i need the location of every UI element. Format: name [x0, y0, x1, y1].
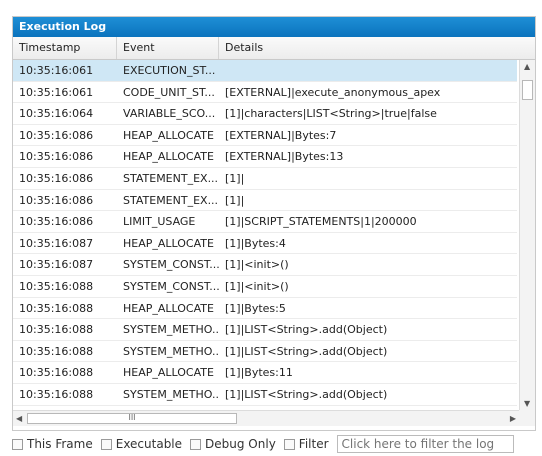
table-row[interactable]: 10:35:16:064 VARIABLE_SCO... [1]|character… — [13, 103, 517, 125]
details-cell: [1]|Bytes:5 — [225, 301, 286, 315]
this-frame-label: This Frame — [27, 437, 93, 451]
event-cell: SYSTEM_METHO... — [123, 323, 219, 337]
table-row[interactable]: 10:35:16:088 SYSTEM_METHO... [1]|LIST<Stri… — [13, 341, 517, 363]
event-cell: EXECUTION_ST... — [123, 64, 216, 77]
timestamp-cell: 10:35:16:061 — [19, 85, 94, 99]
timestamp-cell: 10:35:16:088 — [19, 366, 94, 380]
timestamp-cell: 10:35:16:086 — [19, 150, 94, 164]
timestamp-cell: 10:35:16:086 — [19, 215, 94, 229]
timestamp-cell: 10:35:16:061 — [19, 64, 94, 77]
details-cell: [1]|Bytes:4 — [225, 236, 286, 250]
scroll-right-icon[interactable]: ▶ — [510, 414, 516, 423]
table-row[interactable]: 10:35:16:088 HEAP_ALLOCATE [1]|Bytes:11 — [13, 362, 517, 384]
vertical-scroll-thumb[interactable] — [522, 80, 533, 100]
timestamp-cell: 10:35:16:088 — [19, 279, 94, 293]
this-frame-checkbox[interactable]: This Frame — [12, 437, 93, 451]
table-row[interactable]: 10:35:16:086 LIMIT_USAGE [1]|SCRIPT_STATEM… — [13, 211, 517, 233]
event-cell: STATEMENT_EX... — [123, 171, 219, 185]
details-cell: [1]|characters|LIST<String>|true|false — [225, 107, 437, 121]
table-row[interactable]: 10:35:16:088 SYSTEM_METHO... [1]|LIST<Stri… — [13, 384, 517, 406]
event-cell: LIMIT_USAGE — [123, 215, 196, 229]
debug-only-checkbox[interactable]: Debug Only — [190, 437, 276, 451]
checkbox-icon[interactable] — [283, 438, 295, 450]
event-cell: SYSTEM_CONST... — [123, 258, 219, 272]
table-row[interactable]: 10:35:16:087 SYSTEM_CONST... [1]|<init>() — [13, 254, 517, 276]
execution-log-panel: Execution Log Timestamp Event Details 10… — [12, 16, 536, 431]
table-row[interactable]: 10:35:16:061 CODE_UNIT_ST... [EXTERNAL]|ex… — [13, 82, 517, 104]
table-row[interactable]: 10:35:16:088 SYSTEM_CONST... [1]|<init>() — [13, 276, 517, 298]
event-cell: HEAP_ALLOCATE — [123, 128, 214, 142]
filter-input[interactable] — [336, 435, 514, 453]
event-cell: HEAP_ALLOCATE — [123, 236, 214, 250]
vertical-scrollbar[interactable]: ▲ ▼ — [519, 60, 535, 410]
details-cell: [EXTERNAL]|execute_anonymous_apex — [225, 85, 441, 99]
timestamp-cell: 10:35:16:087 — [19, 236, 94, 250]
scrollbar-corner — [519, 410, 535, 426]
event-cell: HEAP_ALLOCATE — [123, 366, 214, 380]
details-cell: [1]|LIST<String>.add(Object) — [225, 344, 388, 358]
table-row[interactable]: 10:35:16:061 EXECUTION_ST... — [13, 60, 517, 82]
column-header-timestamp[interactable]: Timestamp — [13, 37, 117, 59]
details-cell: [1]|Bytes:11 — [225, 366, 293, 380]
details-cell: [1]|SCRIPT_STATEMENTS|1|200000 — [225, 215, 417, 229]
checkbox-icon[interactable] — [190, 438, 202, 450]
log-footer: This Frame Executable Debug Only Filter — [12, 435, 534, 453]
filter-checkbox[interactable]: Filter — [283, 437, 329, 451]
scroll-down-icon[interactable]: ▼ — [524, 399, 530, 408]
event-cell: VARIABLE_SCO... — [123, 107, 216, 121]
event-cell: SYSTEM_METHO... — [123, 344, 219, 358]
event-cell: HEAP_ALLOCATE — [123, 301, 214, 315]
table-row[interactable]: 10:35:16:086 HEAP_ALLOCATE [EXTERNAL]|Byte… — [13, 125, 517, 147]
table-row[interactable]: 10:35:16:088 SYSTEM_METHO... [1]|LIST<Stri… — [13, 319, 517, 341]
timestamp-cell: 10:35:16:088 — [19, 323, 94, 337]
checkbox-icon[interactable] — [100, 438, 112, 450]
column-header-details[interactable]: Details — [219, 37, 533, 59]
timestamp-cell: 10:35:16:064 — [19, 107, 94, 121]
details-cell: [1]|LIST<String>.add(Object) — [225, 323, 388, 337]
horizontal-scroll-thumb[interactable]: III — [27, 413, 237, 424]
details-cell: [1]| — [225, 171, 245, 185]
table-header: Timestamp Event Details — [13, 37, 535, 60]
timestamp-cell: 10:35:16:088 — [19, 387, 94, 401]
checkbox-icon[interactable] — [12, 438, 23, 450]
event-cell: HEAP_ALLOCATE — [123, 150, 214, 164]
timestamp-cell: 10:35:16:088 — [19, 344, 94, 358]
timestamp-cell: 10:35:16:086 — [19, 128, 94, 142]
details-cell: [1]|<init>() — [225, 279, 289, 293]
details-cell: [EXTERNAL]|Bytes:13 — [225, 150, 344, 164]
horizontal-scrollbar[interactable]: ◀ III ▶ — [13, 410, 519, 426]
table-row[interactable]: 10:35:16:087 HEAP_ALLOCATE [1]|Bytes:4 — [13, 233, 517, 255]
timestamp-cell: 10:35:16:088 — [19, 301, 94, 315]
scroll-up-icon[interactable]: ▲ — [524, 62, 530, 71]
timestamp-cell: 10:35:16:086 — [19, 193, 94, 207]
table-row[interactable]: 10:35:16:086 STATEMENT_EX... [1]| — [13, 168, 517, 190]
debug-only-label: Debug Only — [205, 437, 276, 451]
details-cell: [EXTERNAL]|Bytes:7 — [225, 128, 337, 142]
table-row[interactable]: 10:35:16:088 HEAP_ALLOCATE [1]|Bytes:5 — [13, 298, 517, 320]
filter-label: Filter — [298, 437, 329, 451]
event-cell: CODE_UNIT_ST... — [123, 85, 215, 99]
panel-title: Execution Log — [13, 17, 535, 37]
executable-checkbox[interactable]: Executable — [100, 437, 183, 451]
scroll-left-icon[interactable]: ◀ — [16, 414, 22, 423]
table-row[interactable]: 10:35:16:086 HEAP_ALLOCATE [EXTERNAL]|Byte… — [13, 146, 517, 168]
event-cell: SYSTEM_CONST... — [123, 279, 219, 293]
event-cell: SYSTEM_METHO... — [123, 387, 219, 401]
details-cell: [1]|<init>() — [225, 258, 289, 272]
details-cell: [1]|LIST<String>.add(Object) — [225, 387, 388, 401]
timestamp-cell: 10:35:16:087 — [19, 258, 94, 272]
table-row[interactable]: 10:35:16:086 STATEMENT_EX... [1]| — [13, 190, 517, 212]
details-cell: [1]| — [225, 193, 245, 207]
timestamp-cell: 10:35:16:086 — [19, 171, 94, 185]
event-cell: STATEMENT_EX... — [123, 193, 219, 207]
executable-label: Executable — [115, 437, 183, 451]
log-table-body: 10:35:16:061 EXECUTION_ST... 10:35:16:061 C… — [13, 60, 517, 410]
column-header-event[interactable]: Event — [117, 37, 219, 59]
